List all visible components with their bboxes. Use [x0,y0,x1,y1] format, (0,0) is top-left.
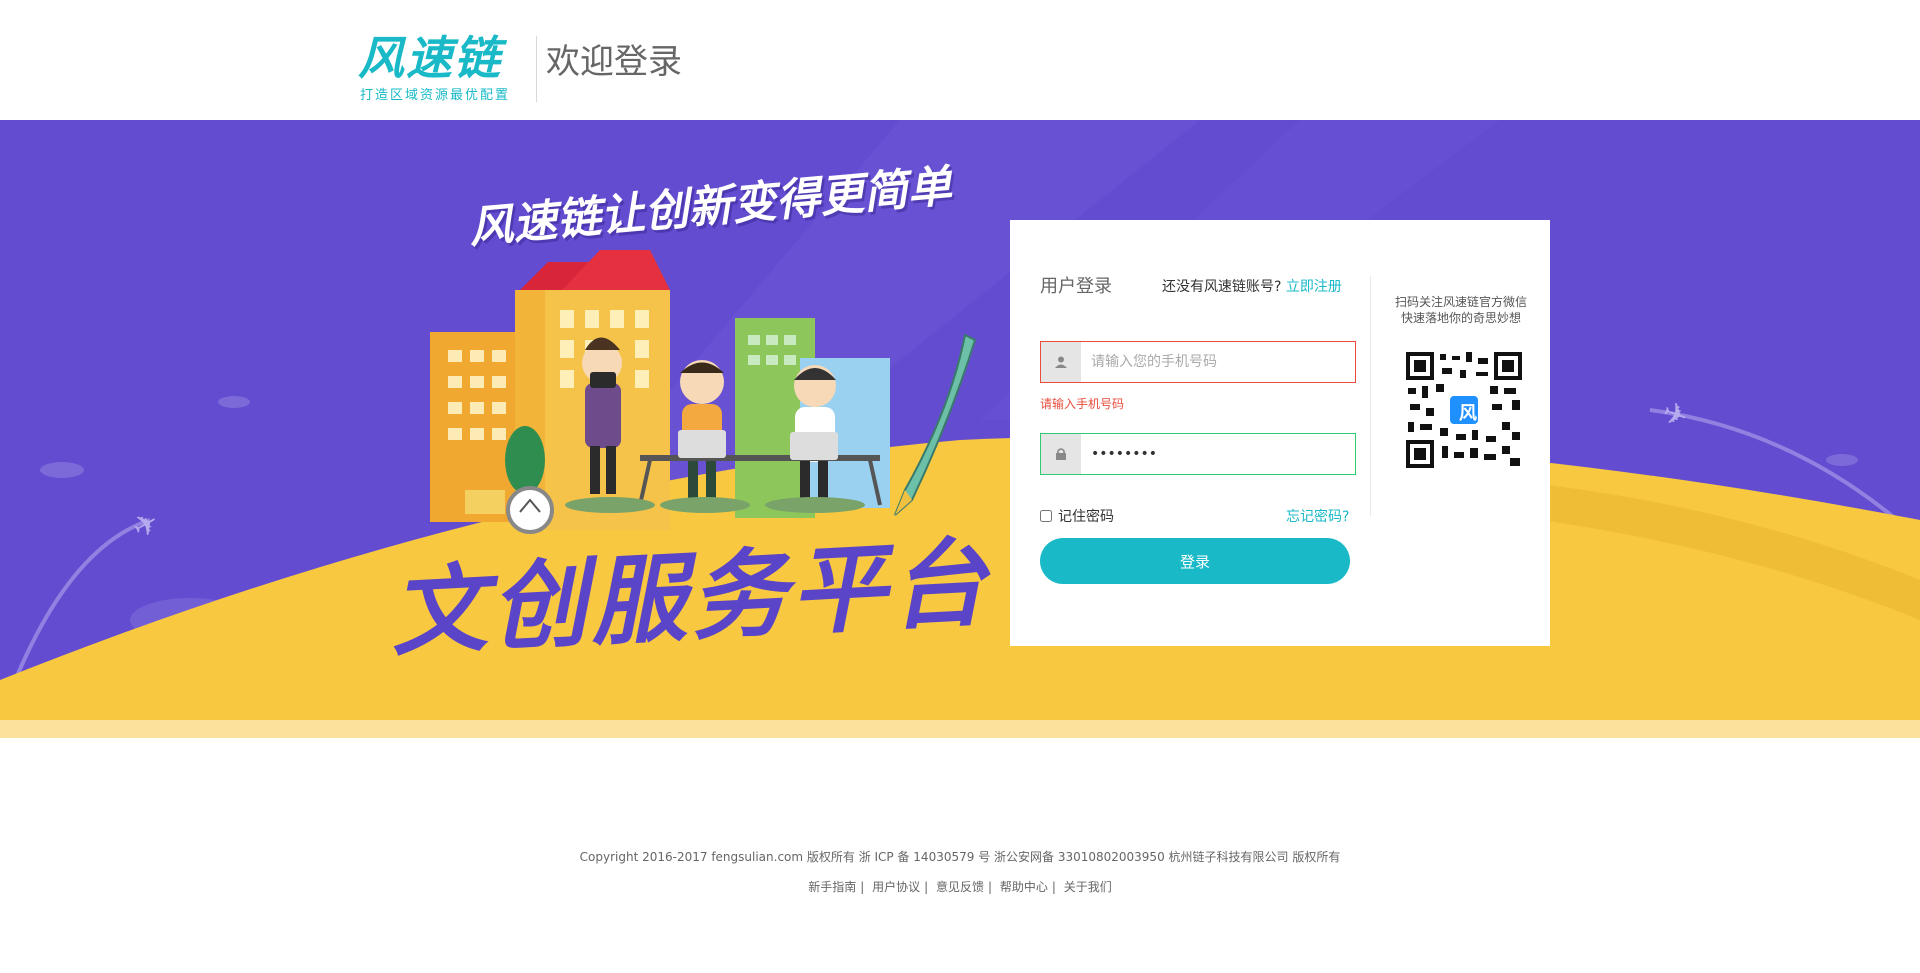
panel-divider [1370,276,1371,516]
phone-input[interactable] [1081,342,1355,382]
logo-tagline: 打造区域资源最优配置 [360,88,511,103]
site-header: 风速链 打造区域资源最优配置 欢迎登录 [0,0,1920,120]
login-title: 用户登录 [1040,276,1112,297]
no-account-text: 还没有风速链账号? [1162,279,1282,295]
hero-banner: ✈ ✈ 风速链让创新变得更简单 文创服务平台 [0,120,1920,738]
footer-link-agreement[interactable]: 用户协议 [872,880,920,894]
register-prompt: 还没有风速链账号? 立即注册 [1162,276,1342,296]
qr-caption: 扫码关注风速链官方微信 快速落地你的奇思妙想 [1386,294,1536,326]
lock-icon [1041,434,1081,474]
footer-link-help[interactable]: 帮助中心 [1000,880,1048,894]
login-panel: 用户登录 还没有风速链账号? 立即注册 请输入手机号码 记住密码 忘记密码? 登… [1010,220,1550,646]
site-logo[interactable]: 风速链 打造区域资源最优配置 [358,32,518,104]
password-input[interactable] [1081,434,1355,474]
forgot-password-link[interactable]: 忘记密码? [1286,506,1349,526]
remember-checkbox[interactable] [1040,510,1052,522]
footer-link-guide[interactable]: 新手指南 [808,880,856,894]
svg-text:✈: ✈ [127,504,166,547]
remember-password[interactable]: 记住密码 [1040,506,1114,526]
phone-error-message: 请输入手机号码 [1040,397,1125,411]
qr-caption-line2: 快速落地你的奇思妙想 [1400,311,1521,325]
login-button[interactable]: 登录 [1040,538,1350,584]
header-divider [536,36,537,102]
register-link[interactable]: 立即注册 [1286,279,1342,295]
footer-link-feedback[interactable]: 意见反馈 [936,880,984,894]
footer-copyright: Copyright 2016-2017 fengsulian.com 版权所有 … [579,850,1341,864]
password-field [1040,433,1356,475]
qr-caption-line1: 扫码关注风速链官方微信 [1394,295,1527,309]
logo-text: 风速链 [358,31,502,85]
user-icon [1041,342,1081,382]
svg-text:✈: ✈ [1657,395,1693,436]
phone-field [1040,341,1356,383]
qr-center-char: 风 [1459,403,1477,424]
remember-label: 记住密码 [1058,509,1114,525]
footer-link-about[interactable]: 关于我们 [1064,880,1112,894]
banner-illustration: ✈ ✈ [0,120,1920,738]
footer-links: 新手指南 | 用户协议 | 意见反馈 | 帮助中心 | 关于我们 [808,880,1112,894]
page-title: 欢迎登录 [546,42,682,82]
